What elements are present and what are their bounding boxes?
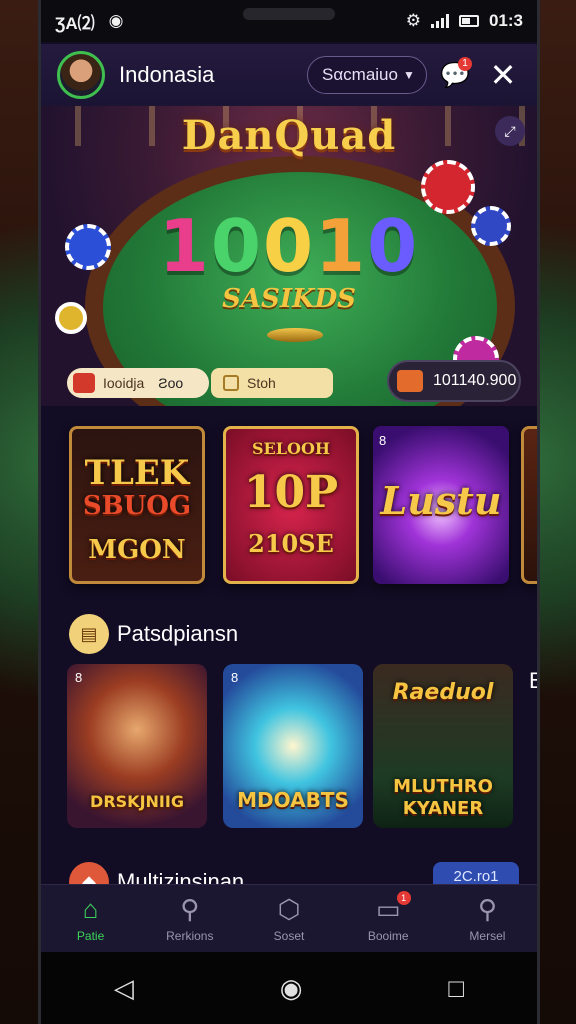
camera-notch xyxy=(243,8,335,20)
notification-icon: ◉ xyxy=(108,11,124,30)
hero-jackpot-number: 10010 xyxy=(41,204,537,288)
bottom-nav: ⌂ Patie ⚲ Rerkions ⬡ Soset ▭ 1 Booime ⚲ … xyxy=(41,884,537,952)
balance-pill[interactable]: 101140.900 xyxy=(387,360,521,402)
nav-item-search[interactable]: ⚲ Rerkions xyxy=(140,885,239,952)
nav-item-label: Booime xyxy=(367,928,409,943)
game-tile-line3: 210SE xyxy=(248,529,334,558)
signal-icon xyxy=(430,14,449,28)
search-icon: ⚲ xyxy=(180,893,200,924)
hero-subtitle: SASIKDS xyxy=(222,284,356,314)
nav-badge: 1 xyxy=(396,891,411,905)
shield-icon: ⬡ xyxy=(277,893,301,924)
close-button[interactable]: ✕ xyxy=(483,55,523,95)
gift-icon xyxy=(73,373,95,393)
top-bar: Indonasia Sαcmaiuo ▼ 💬 1 ✕ xyxy=(41,44,537,106)
game-tile-peek[interactable] xyxy=(521,426,537,584)
game-card-line2: KYANER xyxy=(402,798,484,819)
cards-icon: ▤ xyxy=(69,614,109,654)
coin-box-icon xyxy=(223,375,239,391)
game-card-corner: 8 xyxy=(75,670,83,685)
game-tile-tlek[interactable]: TLEK SBUOG MGON xyxy=(69,426,205,584)
hero-pill-mid[interactable]: Stoh xyxy=(211,368,333,398)
nav-item-shield[interactable]: ⬡ Soset xyxy=(239,885,338,952)
search-select[interactable]: Sαcmaiuo ▼ xyxy=(307,56,427,94)
hero-banner[interactable]: DanQuad 10010 SASIKDS ⤢ Iooidja Ƨoo Stoh… xyxy=(41,106,537,406)
game-tile-corner: 8 xyxy=(379,433,387,448)
wallet-icon xyxy=(397,370,423,392)
game-tile-line1: TLEK xyxy=(84,453,190,493)
game-card-poker[interactable]: 8 MDOABTS xyxy=(223,664,363,828)
nav-item-label: Soset xyxy=(273,928,305,943)
game-tile-line2: 10P xyxy=(243,467,339,518)
chat-button[interactable]: 💬 1 xyxy=(435,55,475,95)
nav-item-chat[interactable]: ▭ 1 Booime xyxy=(339,885,438,952)
system-nav-bar: ◁ ◉ □ xyxy=(41,952,537,1024)
hero-pill-mid-label: Stoh xyxy=(247,375,276,391)
game-tile-line1: Lustu xyxy=(380,478,502,523)
alarm-icon: ⚙ xyxy=(405,11,421,30)
game-card-cowgirl[interactable]: 8 DRSKJNIIG xyxy=(67,664,207,828)
nav-item-label: Patie xyxy=(76,928,105,943)
hero-pill-left[interactable]: Iooidja Ƨoo xyxy=(67,368,209,398)
jackpot-digit: 0 xyxy=(367,204,420,288)
jackpot-digit: 1 xyxy=(158,204,211,288)
hero-pill-left-label: Iooidja xyxy=(103,375,145,391)
status-bar: ƷA⑵ ◉ ⚙ 01:3 xyxy=(41,0,537,42)
game-card-label: MDOABTS xyxy=(237,788,349,812)
section-header-popular: ▤ Patsdpiansn xyxy=(69,614,238,654)
back-icon[interactable]: ◁ xyxy=(114,973,134,1004)
balance-value: 101140.900 xyxy=(433,372,517,389)
game-card-line1: MLUTHRO xyxy=(393,776,493,797)
game-tile-lustu[interactable]: 8 Lustu xyxy=(373,426,509,584)
section-title: Patsdpiansn xyxy=(117,621,239,646)
hero-brand-title: DanQuad xyxy=(181,112,397,159)
game-tile-10p[interactable]: SELOOH 10P 210SE xyxy=(223,426,359,584)
game-tile-line3: MGON xyxy=(88,535,186,565)
game-card-dealer[interactable]: Raeduol MLUTHRO KYANER xyxy=(373,664,513,828)
peek-label: B xyxy=(529,668,537,694)
nav-item-label: Mersel xyxy=(469,928,506,943)
gold-dish xyxy=(267,328,323,342)
game-card-label: DRSKJNIIG xyxy=(90,792,184,811)
battery-icon xyxy=(458,15,479,27)
region-label[interactable]: Indonasia xyxy=(119,62,214,88)
status-left-text: ƷA⑵ xyxy=(55,13,95,33)
home-circle-icon[interactable]: ◉ xyxy=(280,973,303,1004)
avatar[interactable] xyxy=(57,51,105,99)
chevron-down-icon: ▼ xyxy=(402,68,415,82)
status-time: 01:3 xyxy=(488,11,523,30)
search-icon: ⚲ xyxy=(477,893,497,924)
chat-badge: 1 xyxy=(458,57,472,71)
hero-pill-left-extra: Ƨoo xyxy=(158,375,184,391)
nav-item-more[interactable]: ⚲ Mersel xyxy=(438,885,537,952)
nav-item-home[interactable]: ⌂ Patie xyxy=(41,885,140,952)
jackpot-digit: 0 xyxy=(210,204,263,288)
game-tile-line2: SBUOG xyxy=(82,491,192,521)
home-icon: ⌂ xyxy=(82,893,99,924)
game-card-top: Raeduol xyxy=(392,680,494,705)
game-card-corner: 8 xyxy=(231,670,239,685)
popular-games-row: 8 DRSKJNIIG 8 MDOABTS Raeduol MLUTHRO KY… xyxy=(41,664,537,828)
recents-icon[interactable]: □ xyxy=(448,973,464,1004)
game-tile-line1: SELOOH xyxy=(252,439,330,458)
jackpot-digit: 0 xyxy=(262,204,316,288)
jackpot-digit: 1 xyxy=(315,204,368,288)
phone-frame: ƷA⑵ ◉ ⚙ 01:3 Indonasia Sαcmaiuo ▼ 💬 1 ✕ xyxy=(38,0,540,1024)
search-select-label: Sαcmaiuo xyxy=(322,65,398,84)
featured-games-row: TLEK SBUOG MGON SELOOH 10P 210SE 8 Lustu xyxy=(41,426,537,586)
expand-icon[interactable]: ⤢ xyxy=(495,116,525,146)
nav-item-label: Rerkions xyxy=(166,928,214,943)
